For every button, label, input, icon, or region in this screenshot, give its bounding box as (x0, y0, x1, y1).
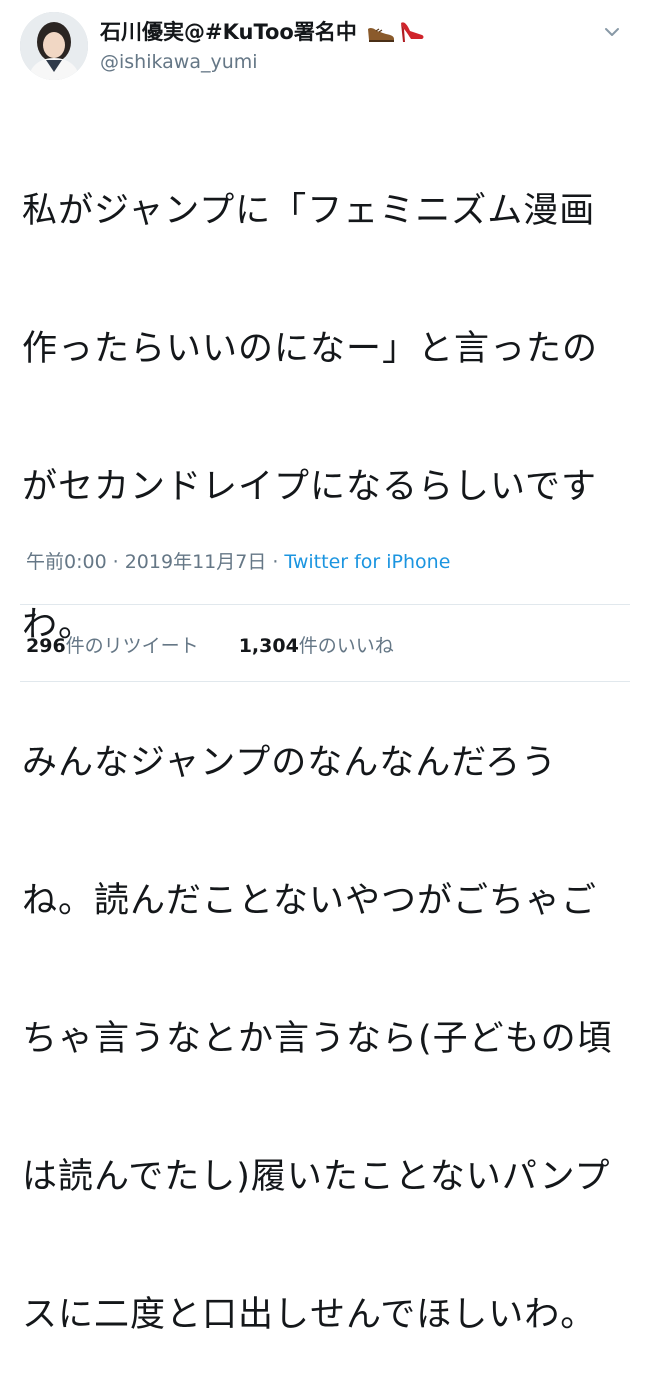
retweet-count: 296 (26, 635, 66, 657)
chevron-down-icon[interactable] (602, 22, 622, 42)
retweet-stat[interactable]: 296件のリツイート (26, 635, 199, 657)
like-count: 1,304 (238, 635, 299, 657)
tweet-line: 作ったらいいのになー」と言ったの (22, 329, 599, 369)
tweet-meta: 午前0:00 · 2019年11月7日 · Twitter for iPhone (26, 549, 450, 575)
mens-shoe-icon (368, 27, 395, 42)
tweet-line: ちゃ言うなとか言うなら(子どもの頃 (22, 1019, 613, 1059)
tweet-date[interactable]: 2019年11月7日 (125, 551, 267, 573)
handle[interactable]: @ishikawa_yumi (100, 48, 426, 76)
meta-separator: · (272, 551, 279, 573)
divider (20, 604, 630, 605)
high-heel-icon (401, 22, 424, 42)
like-stat[interactable]: 1,304件のいいね (239, 635, 394, 657)
like-label: 件のいいね (298, 635, 394, 657)
retweet-label: 件のリツイート (65, 635, 199, 657)
tweet-line: ね。読んだことないやつがごちゃご (22, 881, 597, 921)
tweet-line: みんなジャンプのなんなんだろう (22, 743, 558, 783)
tweet-line: スに二度と口出しせんでほしいわ。 (22, 1295, 597, 1335)
display-name[interactable]: 石川優実@#KuToo署名中 (100, 18, 426, 46)
tweet-line: 私がジャンプに「フェミニズム漫画 (22, 191, 596, 231)
avatar[interactable] (20, 12, 88, 80)
tweet-stats: 296件のリツイート 1,304件のいいね (26, 632, 394, 660)
display-name-text: 石川優実@#KuToo署名中 (100, 20, 357, 44)
divider (20, 681, 630, 682)
tweet-source-link[interactable]: Twitter for iPhone (284, 551, 450, 573)
tweet-line: がセカンドレイプになるらしいです (22, 467, 597, 507)
tweet-body: 私がジャンプに「フェミニズム漫画 作ったらいいのになー」と言ったの がセカンドレ… (22, 96, 630, 1382)
tweet-line: は読んでたし)履いたことないパンプ (22, 1157, 611, 1197)
meta-separator: · (112, 551, 119, 573)
tweet-header: 石川優実@#KuToo署名中 @ishikawa_yumi (20, 12, 630, 84)
tweet-time[interactable]: 午前0:00 (26, 551, 107, 573)
